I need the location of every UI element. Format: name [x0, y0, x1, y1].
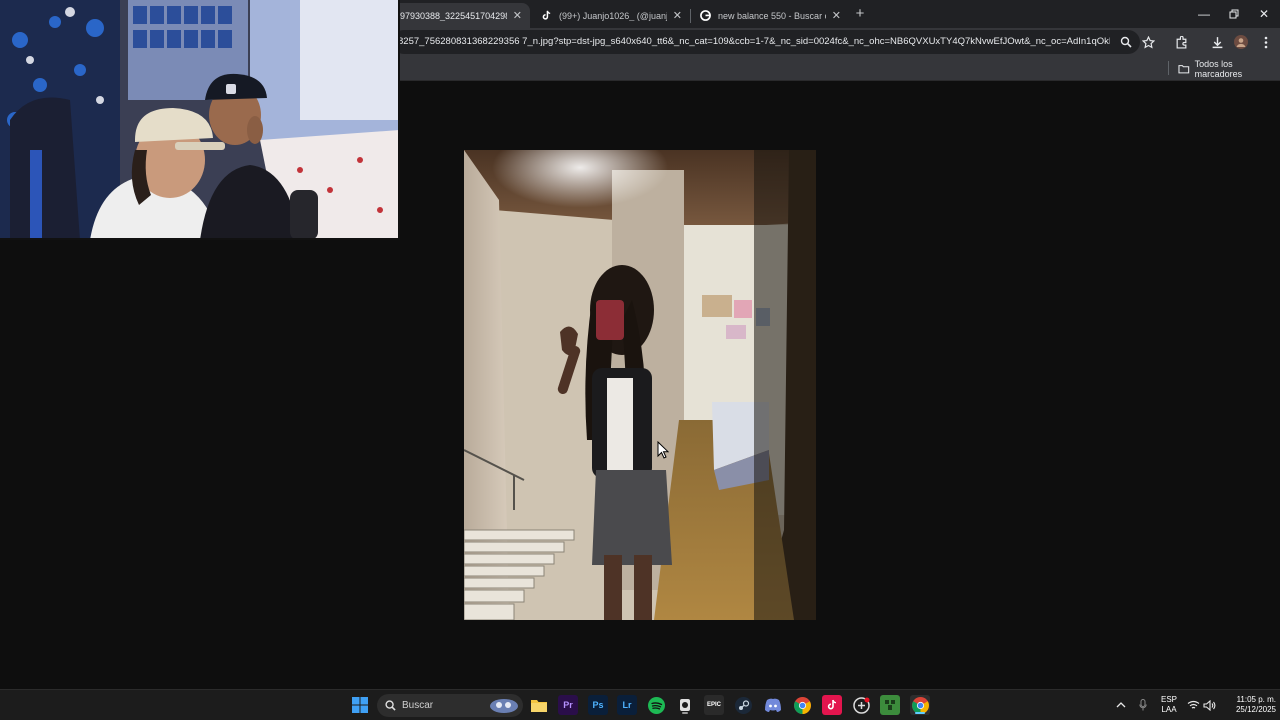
- epic-label: EPIC: [706, 702, 721, 708]
- language-indicator[interactable]: ESP LAA: [1158, 695, 1180, 715]
- volume-icon[interactable]: [1202, 698, 1216, 712]
- close-tab-icon[interactable]: ✕: [513, 9, 522, 22]
- language-line2: LAA: [1161, 705, 1177, 714]
- search-placeholder: Buscar: [402, 700, 434, 711]
- file-explorer-icon[interactable]: [529, 695, 549, 715]
- tab-title: new balance 550 - Buscar con Google: [718, 10, 826, 21]
- all-bookmarks-button[interactable]: Todos los marcadores: [1178, 58, 1280, 79]
- webcam-overlay: [0, 0, 400, 240]
- minimize-button[interactable]: —: [1188, 0, 1220, 28]
- search-highlight-icon: [490, 698, 518, 713]
- lightroom-label: Lr: [622, 700, 632, 710]
- running-indicator: [915, 712, 925, 714]
- tab-image[interactable]: 97930388_3225451704298257 ✕: [392, 3, 530, 28]
- tab-google-search[interactable]: new balance 550 - Buscar con Google ✕: [691, 3, 849, 28]
- bookmarks-divider: [1168, 61, 1169, 75]
- new-tab-button[interactable]: +: [851, 5, 869, 23]
- tiktok-icon[interactable]: [822, 695, 842, 715]
- close-tab-icon[interactable]: ✕: [832, 9, 841, 22]
- spotify-icon[interactable]: [646, 695, 666, 715]
- close-window-button[interactable]: ✕: [1248, 0, 1280, 28]
- url-text[interactable]: 8257_756280831368229356 7_n.jpg?stp=dst-…: [398, 36, 1110, 47]
- tab-title: (99+) Juanjo1026_ (@juanjo1026: [559, 10, 667, 21]
- all-bookmarks-label: Todos los marcadores: [1194, 58, 1243, 79]
- running-indicator: [682, 712, 688, 714]
- clock-time: 11:05 p. m.: [1236, 695, 1276, 704]
- start-icon[interactable]: [350, 695, 370, 715]
- tab-title: 97930388_3225451704298257: [400, 10, 507, 21]
- photoshop-icon[interactable]: Ps: [588, 695, 608, 715]
- photoshop-label: Ps: [592, 700, 604, 710]
- google-favicon-icon: [699, 10, 711, 22]
- search-icon: [385, 700, 396, 711]
- close-tab-icon[interactable]: ✕: [673, 9, 682, 22]
- chrome-profile-icon[interactable]: [910, 695, 930, 715]
- extensions-icon[interactable]: [1173, 34, 1189, 50]
- menu-kebab-icon[interactable]: [1258, 34, 1274, 50]
- address-bar[interactable]: 8257_756280831368229356 7_n.jpg?stp=dst-…: [392, 30, 1140, 54]
- download-icon[interactable]: [1209, 34, 1225, 50]
- streamlabs-icon[interactable]: [851, 695, 871, 715]
- language-line1: ESP: [1160, 695, 1177, 704]
- clock[interactable]: 11:05 p. m. 25/12/2025: [1222, 695, 1276, 715]
- obs-icon[interactable]: [675, 695, 695, 715]
- zoom-icon[interactable]: [1118, 34, 1134, 50]
- epic-games-icon[interactable]: EPIC: [704, 695, 724, 715]
- clock-date: 25/12/2025: [1235, 705, 1276, 714]
- chevron-up-icon[interactable]: [1114, 698, 1128, 712]
- discord-icon[interactable]: [763, 695, 783, 715]
- tab-tiktok[interactable]: (99+) Juanjo1026_ (@juanjo1026 ✕: [532, 3, 690, 28]
- restore-button[interactable]: [1218, 0, 1250, 28]
- premiere-icon[interactable]: Pr: [558, 695, 578, 715]
- taskbar-search-box[interactable]: Buscar: [377, 694, 523, 717]
- folder-icon: [1178, 64, 1190, 73]
- tiktok-favicon-icon: [540, 10, 552, 22]
- lightroom-icon[interactable]: Lr: [617, 695, 637, 715]
- chrome-icon[interactable]: [792, 695, 812, 715]
- windows-taskbar: Buscar Pr Ps Lr EPIC ESP LAA 11:05 p. m.…: [0, 689, 1280, 720]
- steam-icon[interactable]: [733, 695, 753, 715]
- microphone-icon[interactable]: [1136, 698, 1150, 712]
- bookmark-star-icon[interactable]: [1140, 34, 1156, 50]
- photo-image[interactable]: [464, 150, 816, 620]
- profile-avatar[interactable]: [1233, 34, 1249, 50]
- minecraft-icon[interactable]: [880, 695, 900, 715]
- mouse-cursor-icon: [657, 441, 669, 459]
- wifi-icon[interactable]: [1186, 698, 1200, 712]
- premiere-label: Pr: [563, 700, 573, 710]
